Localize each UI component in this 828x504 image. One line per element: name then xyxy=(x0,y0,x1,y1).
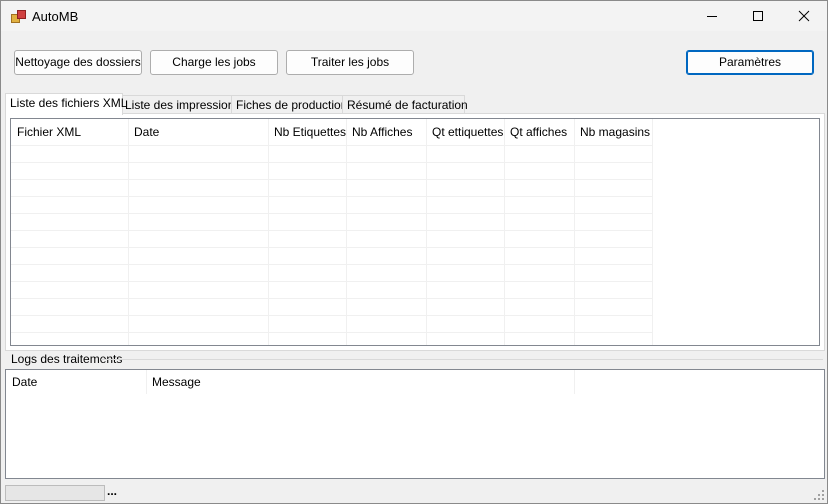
status-bar: ... xyxy=(1,481,827,503)
minimize-icon xyxy=(707,16,717,17)
tab-billing-summary[interactable]: Résumé de facturation xyxy=(342,95,468,114)
maximize-icon xyxy=(753,11,763,21)
column-header-date[interactable]: Date xyxy=(128,119,268,145)
status-progress-bar xyxy=(5,485,105,501)
tab-xml-files[interactable]: Liste des fichiers XML xyxy=(5,93,127,115)
window-title: AutoMB xyxy=(32,9,79,24)
column-header-nb-stores[interactable]: Nb magasins xyxy=(574,119,652,145)
app-icon xyxy=(11,10,26,23)
title-bar: AutoMB xyxy=(1,1,827,31)
clean-folders-button[interactable]: Nettoyage des dossiers xyxy=(14,50,142,75)
column-header-xml-file[interactable]: Fichier XML xyxy=(11,119,128,145)
close-icon xyxy=(798,10,810,22)
logs-grid[interactable]: Date Message xyxy=(5,369,825,479)
tab-prints[interactable]: Liste des impressions xyxy=(120,95,240,114)
close-button[interactable] xyxy=(781,1,827,31)
column-header-qt-posters[interactable]: Qt affiches xyxy=(504,119,574,145)
settings-button[interactable]: Paramètres xyxy=(686,50,814,75)
column-header-nb-posters[interactable]: Nb Affiches xyxy=(346,119,426,145)
process-jobs-button[interactable]: Traiter les jobs xyxy=(286,50,414,75)
xml-files-grid[interactable]: Fichier XML Date Nb Etiquettes Nb Affich… xyxy=(10,118,820,346)
column-header-log-date[interactable]: Date xyxy=(6,370,146,394)
resize-grip[interactable] xyxy=(814,490,824,500)
maximize-button[interactable] xyxy=(735,1,781,31)
load-jobs-button[interactable]: Charge les jobs xyxy=(150,50,278,75)
status-text: ... xyxy=(107,484,118,498)
logs-group-divider xyxy=(101,359,823,360)
minimize-button[interactable] xyxy=(689,1,735,31)
column-header-qt-labels[interactable]: Qt ettiquettes xyxy=(426,119,504,145)
tab-production-sheets[interactable]: Fiches de production xyxy=(231,95,347,114)
column-header-log-message[interactable]: Message xyxy=(146,370,574,394)
column-header-nb-labels[interactable]: Nb Etiquettes xyxy=(268,119,346,145)
tab-panel-xml-files: Fichier XML Date Nb Etiquettes Nb Affich… xyxy=(5,113,825,351)
main-window: AutoMB Nettoyage des dossiers Charge les… xyxy=(0,0,828,504)
grid-header: Fichier XML Date Nb Etiquettes Nb Affich… xyxy=(11,119,819,145)
